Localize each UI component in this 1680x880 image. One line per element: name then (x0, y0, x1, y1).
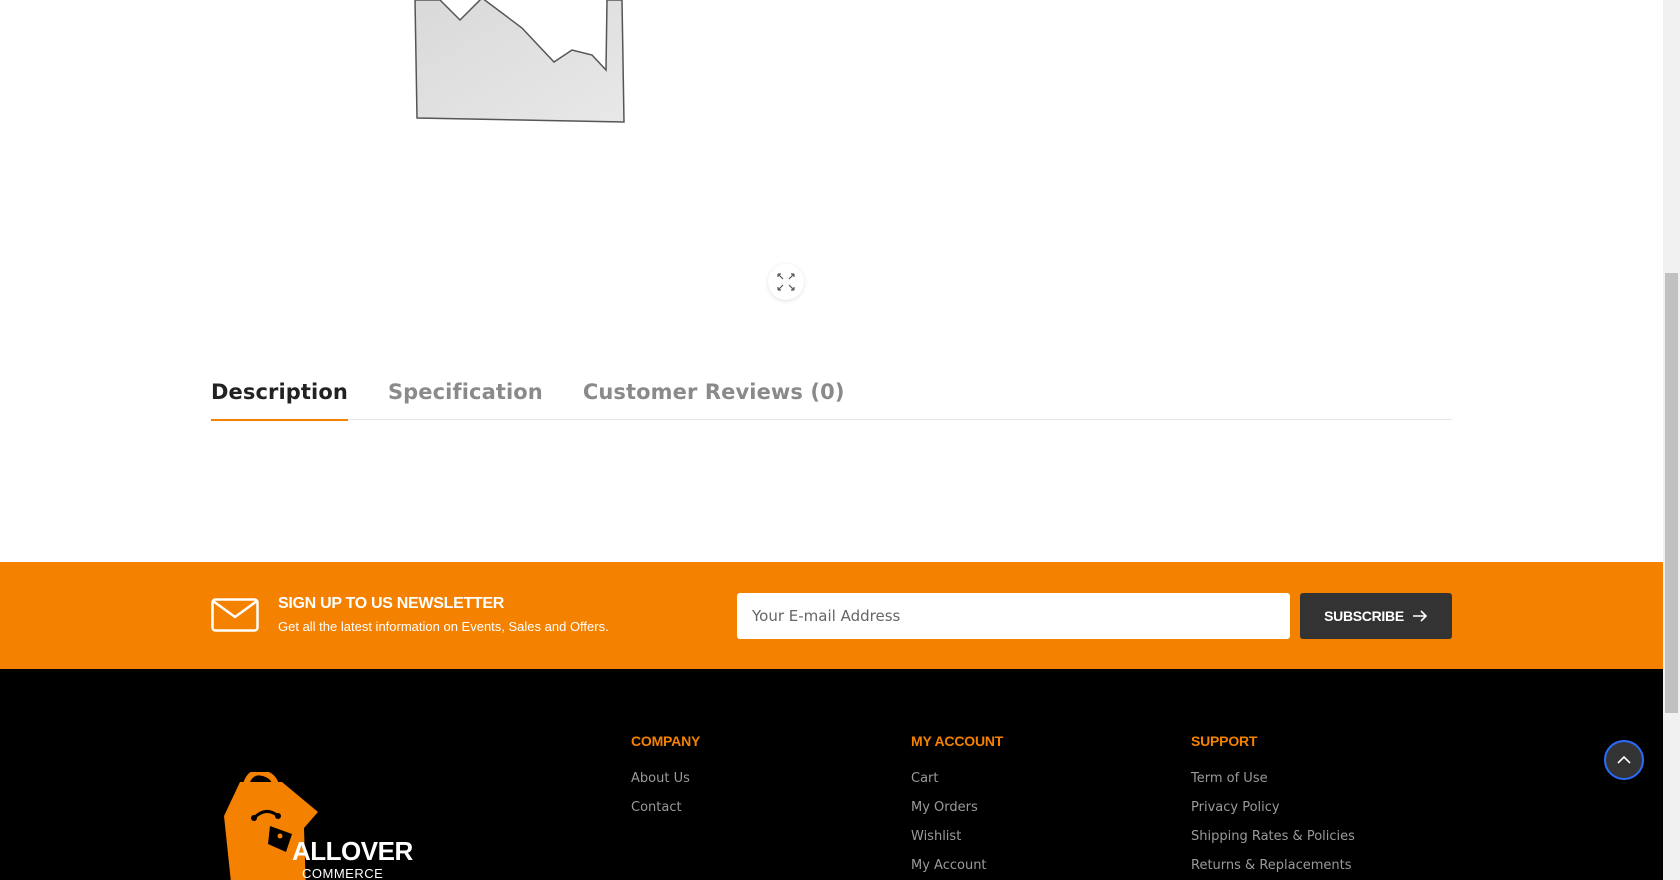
footer-link-returns[interactable]: Returns & Replacements (1191, 858, 1355, 873)
arrow-right-icon (1412, 610, 1428, 622)
scrollbar-thumb[interactable] (1665, 273, 1678, 713)
logo-subtext: COMMERCE (302, 866, 384, 880)
footer-heading-support: SUPPORT (1191, 733, 1258, 749)
footer-heading-my-account: MY ACCOUNT (911, 733, 1004, 749)
chevron-up-icon (1617, 755, 1631, 764)
newsletter-subtitle: Get all the latest information on Events… (278, 619, 609, 634)
footer-link-cart[interactable]: Cart (911, 771, 1003, 786)
footer-link-contact[interactable]: Contact (631, 800, 700, 815)
back-to-top-button[interactable] (1604, 740, 1644, 780)
footer-column-support: SUPPORT Term of Use Privacy Policy Shipp… (1191, 733, 1355, 880)
page: Description Specification Customer Revie… (0, 0, 1680, 880)
footer-column-company: COMPANY About Us Contact (631, 733, 700, 829)
footer-link-my-orders[interactable]: My Orders (911, 800, 1003, 815)
newsletter-title: SIGN UP TO US NEWSLETTER (278, 595, 505, 612)
footer-link-wishlist[interactable]: Wishlist (911, 829, 1003, 844)
footer-link-about-us[interactable]: About Us (631, 771, 700, 786)
subscribe-button[interactable]: SUBSCRIBE (1300, 593, 1452, 639)
product-tabs: Description Specification Customer Revie… (211, 376, 1452, 421)
newsletter-email-input[interactable] (737, 593, 1290, 639)
subscribe-button-label: SUBSCRIBE (1324, 608, 1404, 624)
logo-text: ALLOVER (292, 836, 413, 866)
image-placeholder-icon (414, 0, 625, 123)
expand-image-button[interactable] (768, 264, 804, 300)
footer-heading-company: COMPANY (631, 733, 701, 749)
brand-logo[interactable]: ALLOVER COMMERCE (222, 769, 422, 880)
footer-link-my-account[interactable]: My Account (911, 858, 1003, 873)
product-placeholder-image[interactable] (412, 0, 630, 126)
tab-description[interactable]: Description (211, 376, 348, 421)
tab-customer-reviews[interactable]: Customer Reviews (0) (583, 376, 845, 420)
footer-column-my-account: MY ACCOUNT Cart My Orders Wishlist My Ac… (911, 733, 1003, 880)
site-footer: ALLOVER COMMERCE COMPANY About Us Contac… (0, 669, 1663, 880)
newsletter-bar: SIGN UP TO US NEWSLETTER Get all the lat… (0, 562, 1663, 669)
expand-icon (777, 273, 795, 291)
envelope-icon (211, 598, 259, 632)
page-scrollbar[interactable] (1663, 0, 1680, 880)
footer-link-shipping-rates[interactable]: Shipping Rates & Policies (1191, 829, 1355, 844)
footer-link-privacy-policy[interactable]: Privacy Policy (1191, 800, 1355, 815)
tab-specification[interactable]: Specification (388, 376, 543, 420)
footer-link-term-of-use[interactable]: Term of Use (1191, 771, 1355, 786)
